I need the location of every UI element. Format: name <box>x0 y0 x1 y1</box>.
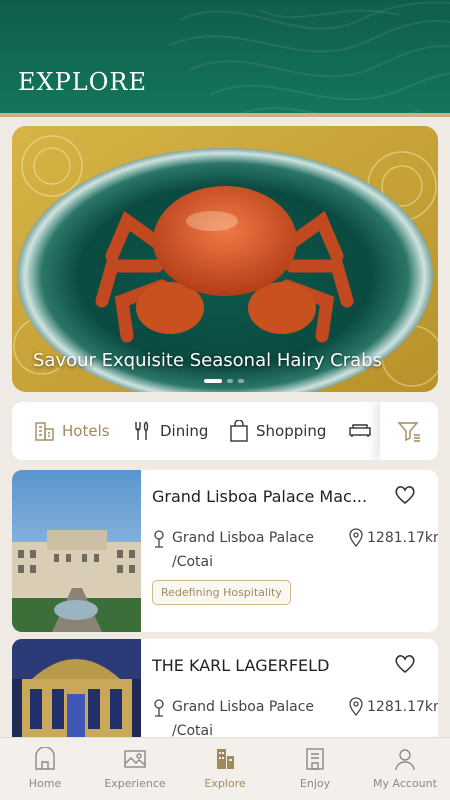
favorite-heart-icon[interactable] <box>394 485 416 505</box>
location-label: Grand Lisboa Palace /Cotai <box>172 530 315 570</box>
hotel-name: THE KARL LAGERFELD <box>152 656 330 675</box>
nav-label: Experience <box>104 777 166 790</box>
nav-explore[interactable]: Explore <box>180 738 270 800</box>
carousel-dot[interactable] <box>238 379 244 383</box>
carousel-dot-active[interactable] <box>204 379 222 383</box>
distance-label: 1281.17km <box>367 530 438 546</box>
category-leisure[interactable] <box>348 402 372 460</box>
category-shopping[interactable]: Shopping <box>228 402 326 460</box>
category-label: Shopping <box>256 422 327 440</box>
favorite-heart-icon[interactable] <box>394 654 416 674</box>
carousel-indicator <box>204 379 244 383</box>
nav-label: Explore <box>204 777 246 790</box>
enjoy-icon <box>306 748 324 770</box>
hotel-location: Grand Lisboa Palace /Cotai <box>152 695 332 743</box>
page-title: EXPLORE <box>18 68 147 96</box>
nav-label: My Account <box>373 777 437 790</box>
sofa-icon <box>349 424 371 437</box>
category-dining[interactable]: Dining <box>132 402 208 460</box>
hotel-distance: 1281.17km <box>348 695 438 719</box>
hotel-distance: 1281.17km <box>348 526 438 550</box>
promo-banner[interactable]: Savour Exquisite Seasonal Hairy Crabs <box>12 126 438 392</box>
hotel-tag: Redefining Hospitality <box>152 580 291 605</box>
hotel-icon <box>35 422 54 441</box>
location-pin-icon <box>154 530 164 548</box>
category-label: Dining <box>160 422 209 440</box>
dining-icon <box>135 421 149 440</box>
nav-my-account[interactable]: My Account <box>360 738 450 800</box>
nav-experience[interactable]: Experience <box>90 738 180 800</box>
hotel-name: Grand Lisboa Palace Mac... <box>152 487 368 506</box>
bottom-navigation: Home Experience Explore Enjoy My Account <box>0 737 450 800</box>
filter-button[interactable] <box>380 402 438 460</box>
distance-label: 1281.17km <box>367 699 438 715</box>
location-pin-icon <box>154 699 164 717</box>
nav-home[interactable]: Home <box>0 738 90 800</box>
header-wave-pattern <box>169 1 450 117</box>
explore-building-icon <box>217 749 234 769</box>
hotel-card[interactable]: Grand Lisboa Palace Mac... Grand Lisboa … <box>12 470 438 632</box>
banner-caption: Savour Exquisite Seasonal Hairy Crabs <box>33 350 382 371</box>
location-label: Grand Lisboa Palace /Cotai <box>172 699 315 739</box>
category-label: Hotels <box>62 422 110 440</box>
map-pin-icon <box>349 528 363 548</box>
shopping-bag-icon <box>230 420 248 442</box>
hotel-location: Grand Lisboa Palace /Cotai <box>152 526 332 574</box>
category-hotels[interactable]: Hotels <box>34 402 110 460</box>
hotel-thumbnail <box>12 470 141 632</box>
nav-enjoy[interactable]: Enjoy <box>270 738 360 800</box>
filter-icon <box>397 422 420 442</box>
carousel-dot[interactable] <box>227 379 233 383</box>
map-pin-icon <box>349 697 363 717</box>
image-icon <box>124 750 146 768</box>
nav-label: Enjoy <box>299 777 331 790</box>
user-icon <box>395 749 415 771</box>
header-divider <box>0 113 450 117</box>
app-header: EXPLORE <box>0 0 450 117</box>
category-bar: Hotels Dining Shopping <box>12 402 438 460</box>
nav-label: Home <box>28 777 62 790</box>
home-icon <box>35 747 55 770</box>
